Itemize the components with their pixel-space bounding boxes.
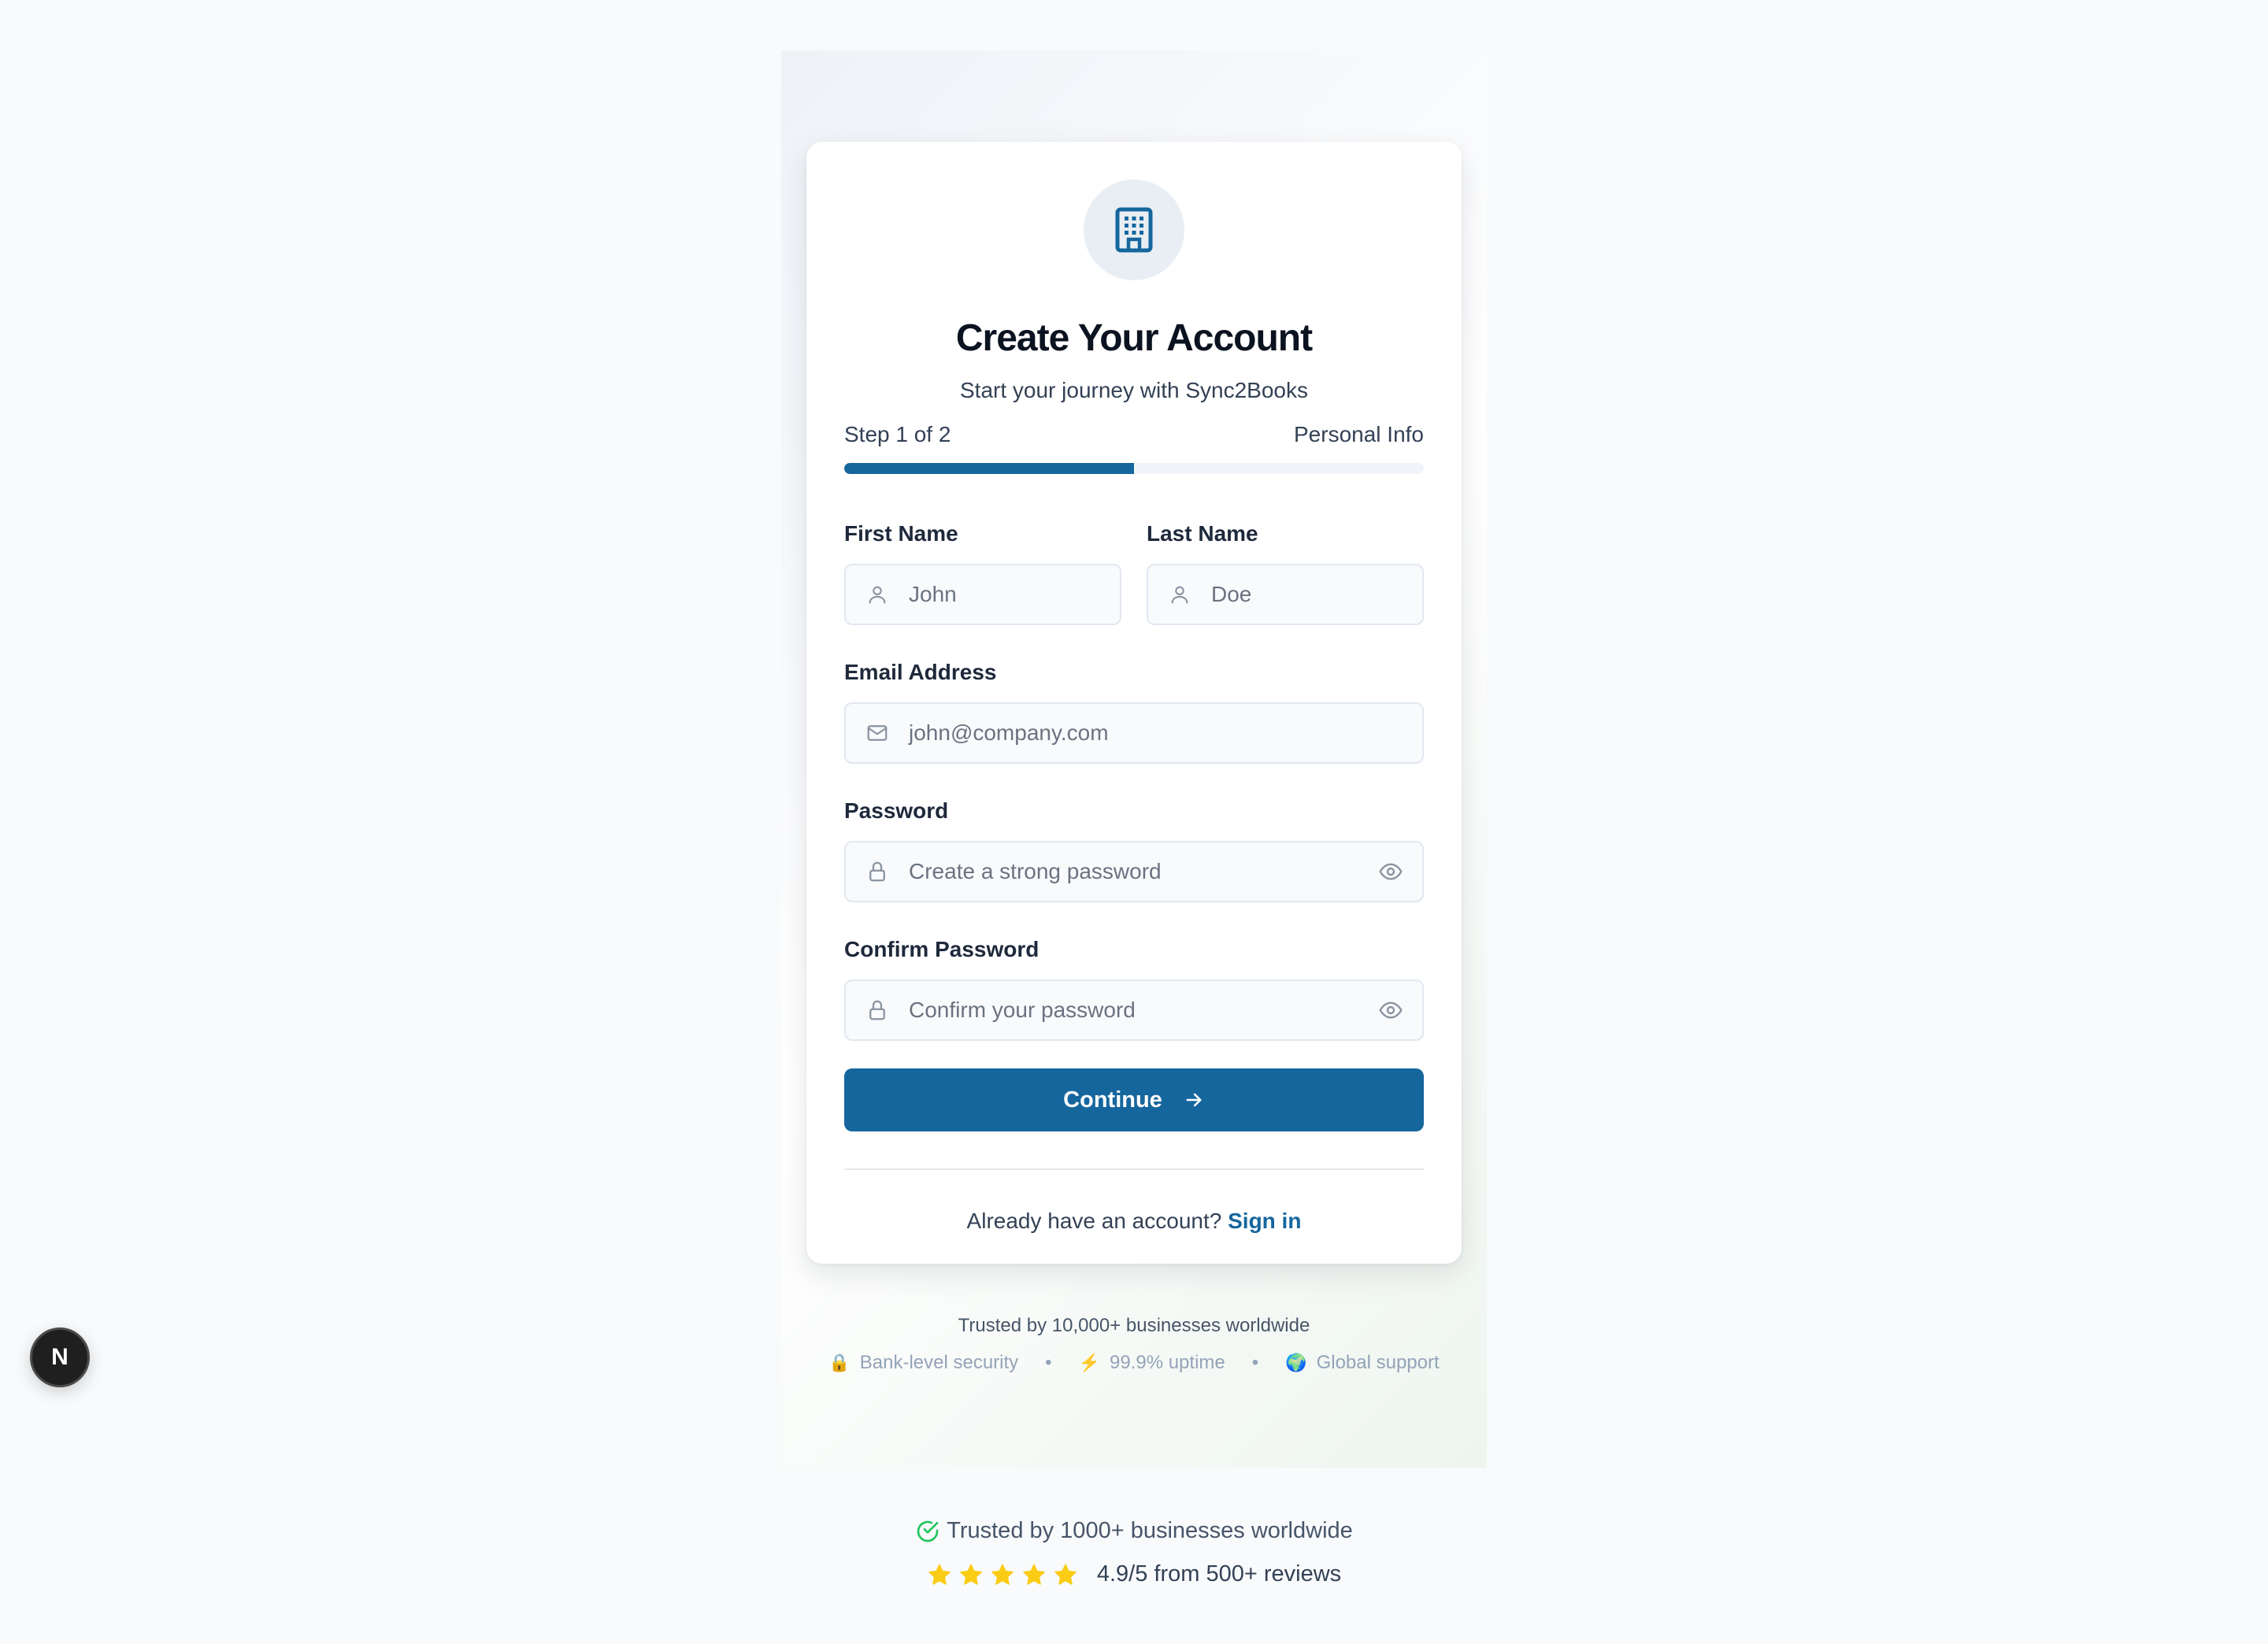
last-name-field[interactable]: Doe — [1147, 564, 1424, 625]
page-subtitle: Start your journey with Sync2Books — [960, 378, 1308, 402]
email-field[interactable]: john@company.com — [844, 702, 1424, 764]
show-password-toggle[interactable] — [1377, 857, 1405, 886]
password-label: Password — [844, 798, 949, 823]
step-label: Step 1 of 2 — [844, 422, 951, 446]
password-field[interactable]: Create a strong password — [844, 841, 1424, 902]
lock-icon — [865, 998, 890, 1023]
email-placeholder: john@company.com — [909, 720, 1109, 745]
footer-trust: Trusted by 1000+ businesses worldwide — [0, 1518, 2268, 1544]
user-icon — [1167, 582, 1192, 607]
rating-text: 4.9/5 from 500+ reviews — [1096, 1561, 1342, 1587]
globe-icon: 🌍 — [1285, 1353, 1307, 1372]
first-name-label: First Name — [844, 521, 958, 546]
rating-row: 4.9/5 from 500+ reviews — [0, 1561, 2268, 1587]
last-name-label: Last Name — [1147, 521, 1258, 546]
last-name-placeholder: Doe — [1211, 582, 1252, 606]
building-icon — [1115, 207, 1153, 253]
trust-headline: Trusted by 10,000+ businesses worldwide — [958, 1315, 1310, 1336]
nextjs-dev-badge[interactable]: N — [30, 1327, 90, 1387]
arrow-right-icon — [1183, 1089, 1205, 1111]
star-icon — [960, 1564, 982, 1585]
step-section-label: Personal Info — [1294, 422, 1424, 446]
star-icon — [1054, 1564, 1077, 1585]
mail-icon — [865, 720, 890, 746]
signin-prompt-text: Already have an account? — [966, 1209, 1222, 1233]
progress-bar — [844, 463, 1424, 474]
password-placeholder: Create a strong password — [909, 859, 1162, 883]
feature-security: 🔒 Bank-level security — [828, 1352, 1018, 1374]
progress-header: Step 1 of 2 Personal Info — [844, 422, 1424, 447]
lock-icon — [865, 859, 890, 884]
eye-icon — [1379, 863, 1403, 880]
signin-prompt: Already have an account? Sign in — [806, 1209, 1462, 1234]
lock-icon: 🔒 — [828, 1353, 850, 1372]
feature-list: 🔒 Bank-level security • ⚡ 99.9% uptime •… — [781, 1352, 1487, 1374]
page-title: Create Your Account — [955, 317, 1313, 359]
email-label: Email Address — [844, 660, 997, 684]
first-name-field[interactable]: John — [844, 564, 1121, 625]
signup-card: Create Your Account Start your journey w… — [806, 142, 1462, 1264]
confirm-password-placeholder: Confirm your password — [909, 998, 1136, 1022]
feature-support-label: Global support — [1316, 1352, 1440, 1373]
continue-button-label: Continue — [1063, 1087, 1162, 1113]
divider — [844, 1168, 1424, 1170]
star-rating — [927, 1562, 1078, 1587]
confirm-password-label: Confirm Password — [844, 937, 1040, 961]
signin-link[interactable]: Sign in — [1228, 1209, 1301, 1233]
show-confirm-password-toggle[interactable] — [1377, 996, 1405, 1024]
star-icon — [991, 1564, 1014, 1585]
check-circle-icon — [915, 1519, 940, 1544]
user-icon — [865, 582, 890, 607]
separator-dot: • — [1045, 1352, 1052, 1373]
first-name-placeholder: John — [909, 582, 957, 606]
feature-security-label: Bank-level security — [859, 1352, 1019, 1373]
eye-icon — [1379, 1002, 1403, 1019]
separator-dot: • — [1251, 1352, 1259, 1373]
star-icon — [1023, 1564, 1045, 1585]
footer-trust-text: Trusted by 1000+ businesses worldwide — [947, 1518, 1353, 1543]
logo-badge — [1084, 180, 1184, 280]
confirm-password-field[interactable]: Confirm your password — [844, 979, 1424, 1041]
feature-uptime-label: 99.9% uptime — [1109, 1352, 1225, 1373]
progress-bar-fill — [844, 463, 1134, 474]
feature-uptime: ⚡ 99.9% uptime — [1079, 1352, 1225, 1374]
star-icon — [928, 1564, 951, 1585]
continue-button[interactable]: Continue — [844, 1068, 1424, 1131]
lightning-icon: ⚡ — [1078, 1353, 1100, 1372]
feature-support: 🌍 Global support — [1285, 1352, 1440, 1374]
